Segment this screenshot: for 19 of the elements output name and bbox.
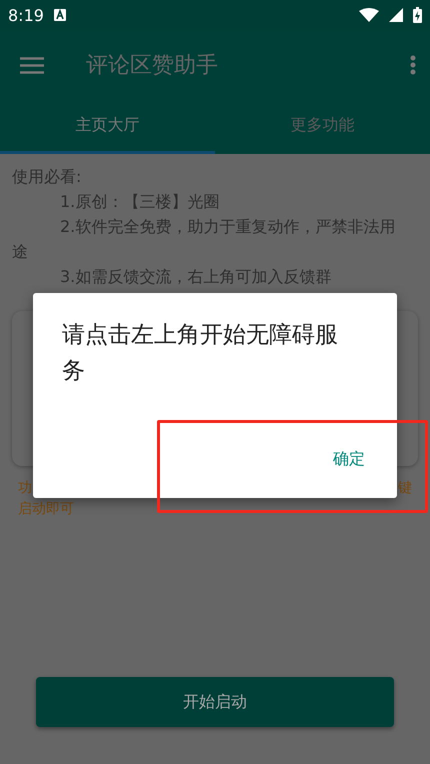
- notice-heading: 使用必看:: [12, 166, 82, 188]
- wifi-icon: [359, 8, 379, 22]
- tab[interactable]: 主页大厅: [0, 100, 215, 154]
- notice-item: 1.原创：【三楼】光圈: [59, 191, 220, 213]
- notice-item: 2.软件完全免费，助力于重复动作，严禁非法用途: [12, 216, 396, 263]
- hint-text: 功: [18, 479, 32, 498]
- hint-text: 键: [398, 479, 412, 498]
- signal-icon: [389, 8, 403, 22]
- battery-icon: [413, 7, 422, 23]
- notice-item: 3.如需反馈交流，右上角可加入反馈群: [59, 266, 332, 288]
- confirm-button[interactable]: 确定: [331, 445, 367, 474]
- hint-text: 启动即可: [18, 501, 74, 517]
- app-title: 评论区赞助手: [86, 52, 219, 80]
- notification-icon: [54, 9, 66, 21]
- more-icon[interactable]: [410, 55, 416, 75]
- dialog-message: 请点击左上角开始无障碍服务: [62, 321, 339, 386]
- status-time: 8:19: [8, 6, 44, 24]
- menu-icon[interactable]: [20, 56, 44, 74]
- start-button[interactable]: 开始启动: [36, 677, 394, 727]
